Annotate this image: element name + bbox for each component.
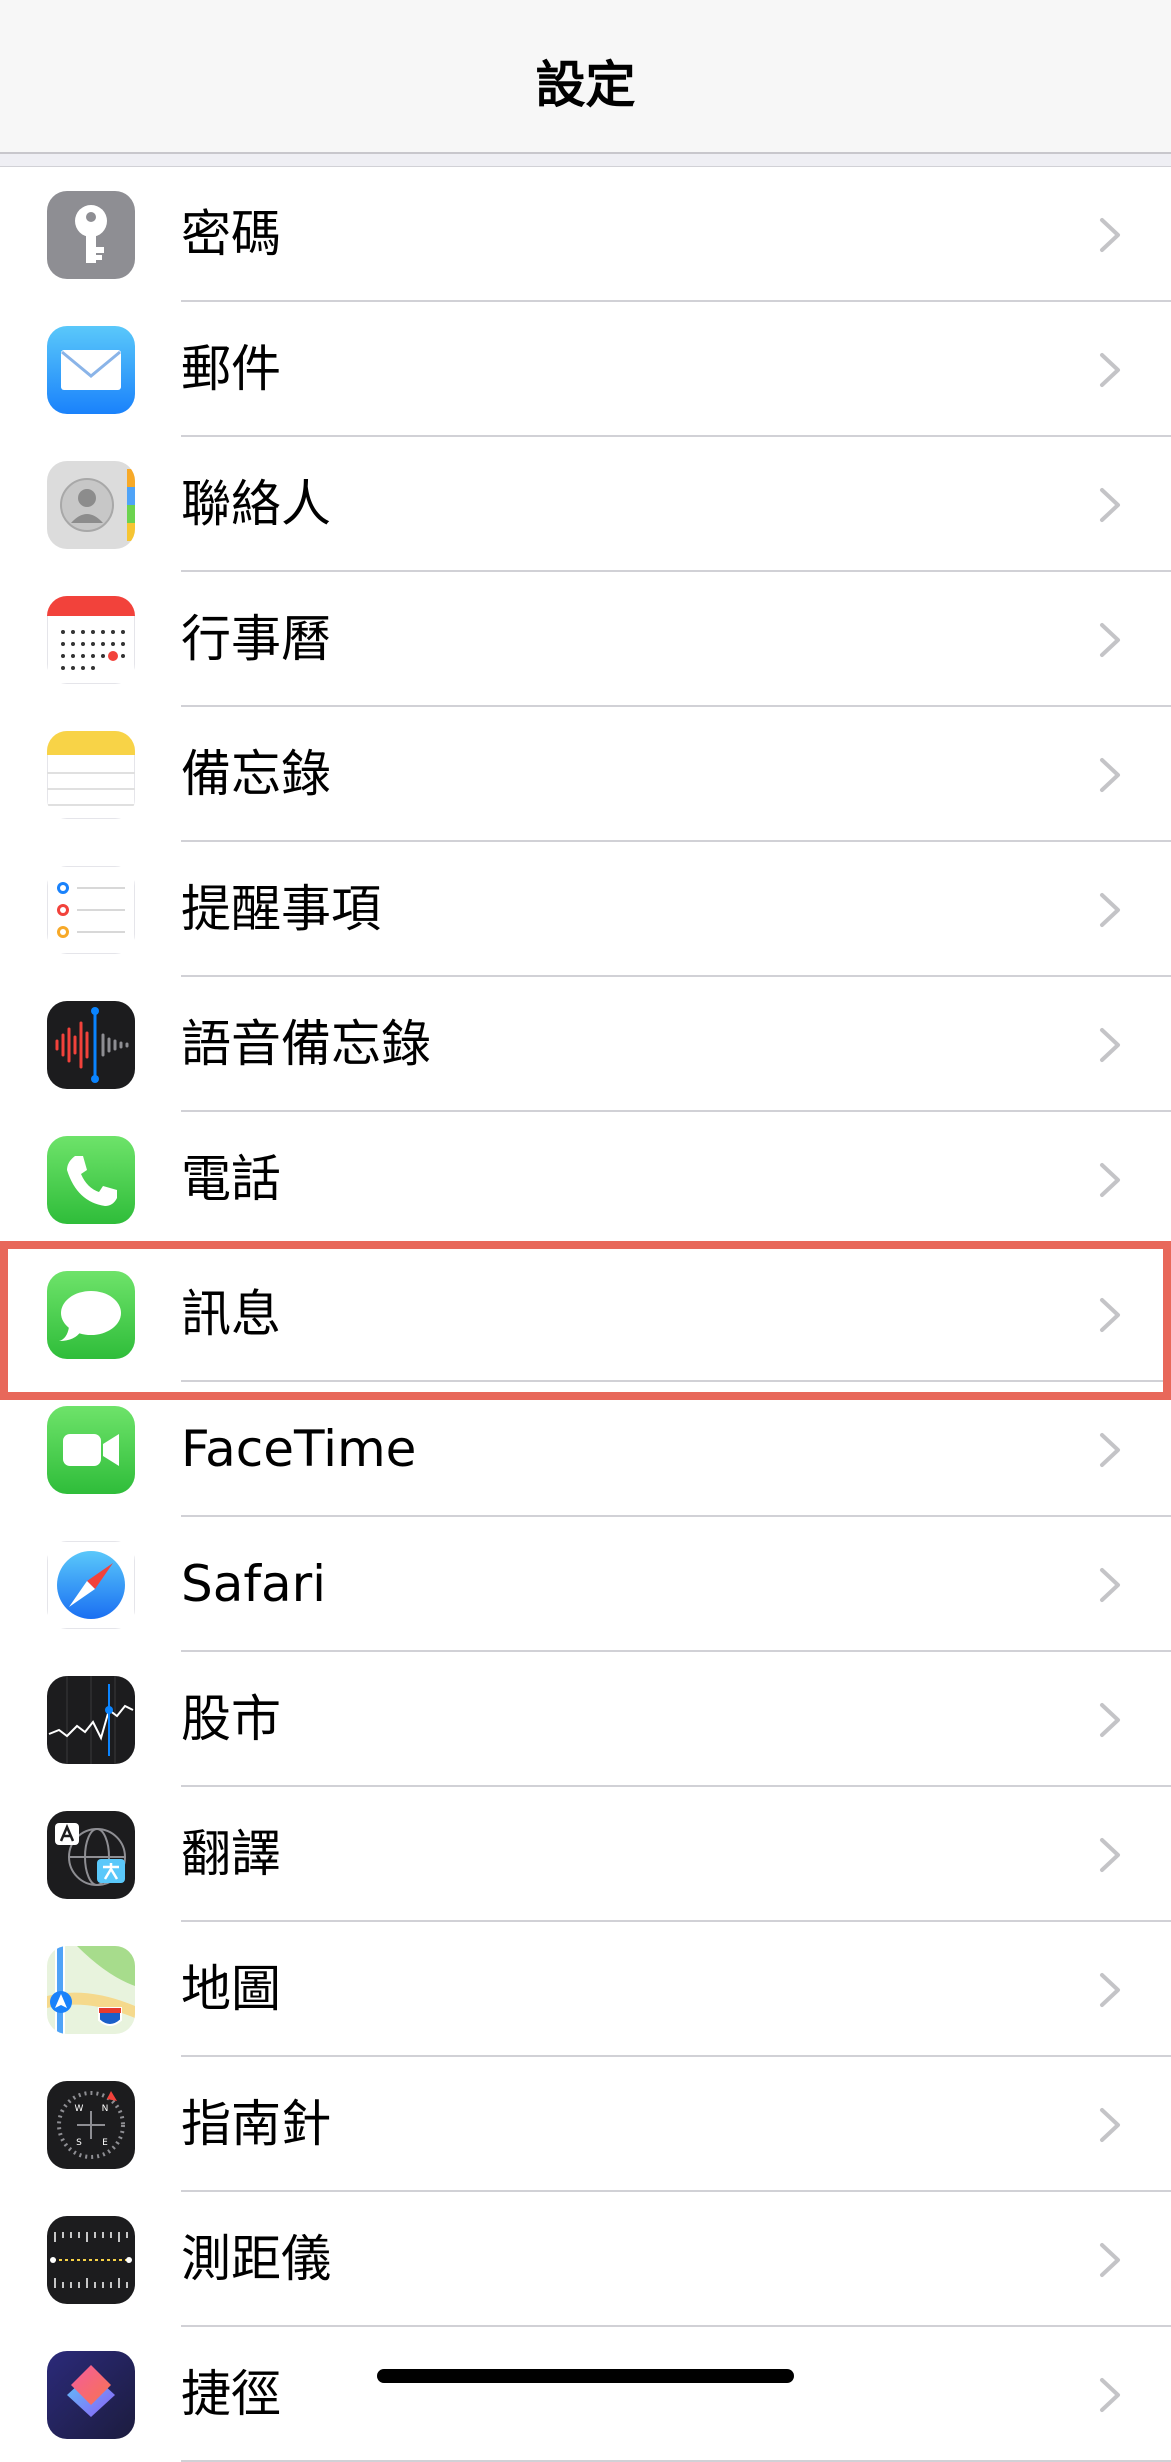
svg-text:N: N <box>102 2104 109 2114</box>
svg-text:S: S <box>76 2138 82 2148</box>
section-gap <box>0 154 1171 167</box>
row-label: 股市 <box>181 1690 281 1748</box>
settings-row-safari[interactable]: Safari <box>0 1517 1171 1652</box>
chevron-right-icon <box>1100 1568 1120 1602</box>
row-label: 聯絡人 <box>181 475 331 533</box>
passwords-key-icon <box>47 191 135 279</box>
contacts-icon <box>47 461 135 549</box>
row-label: FaceTime <box>181 1420 417 1478</box>
settings-row-phone[interactable]: 電話 <box>0 1112 1171 1247</box>
messages-bubble-icon <box>47 1271 135 1359</box>
safari-compass-icon <box>47 1541 135 1629</box>
chevron-right-icon <box>1100 893 1120 927</box>
notes-icon <box>47 731 135 819</box>
settings-row-notes[interactable]: 備忘錄 <box>0 707 1171 842</box>
chevron-right-icon <box>1100 353 1120 387</box>
reminders-icon <box>47 866 135 954</box>
chevron-right-icon <box>1100 623 1120 657</box>
row-label: 語音備忘錄 <box>181 1015 431 1073</box>
mail-envelope-icon <box>47 326 135 414</box>
settings-row-contacts[interactable]: 聯絡人 <box>0 437 1171 572</box>
chevron-right-icon <box>1100 2243 1120 2277</box>
svg-text:W: W <box>75 2104 84 2114</box>
settings-row-passwords[interactable]: 密碼 <box>0 167 1171 302</box>
settings-row-messages[interactable]: 訊息 <box>0 1247 1171 1382</box>
settings-row-translate[interactable]: 翻譯 <box>0 1787 1171 1922</box>
row-label: 密碼 <box>181 205 281 263</box>
row-label: 訊息 <box>181 1285 281 1343</box>
chevron-right-icon <box>1100 1433 1120 1467</box>
chevron-right-icon <box>1100 1703 1120 1737</box>
row-label: 捷徑 <box>181 2365 281 2423</box>
settings-row-measure[interactable]: 測距儀 <box>0 2192 1171 2327</box>
settings-row-compass[interactable]: W N S E 指南針 <box>0 2057 1171 2192</box>
chevron-right-icon <box>1100 758 1120 792</box>
measure-ruler-icon <box>47 2216 135 2304</box>
home-indicator[interactable] <box>377 2369 794 2383</box>
chevron-right-icon <box>1100 1838 1120 1872</box>
row-label: 郵件 <box>181 340 281 398</box>
row-label: 電話 <box>181 1150 281 1208</box>
chevron-right-icon <box>1100 1028 1120 1062</box>
chevron-right-icon <box>1100 2378 1120 2412</box>
chevron-right-icon <box>1100 1973 1120 2007</box>
chevron-right-icon <box>1100 1163 1120 1197</box>
row-label: 地圖 <box>181 1960 281 2018</box>
row-label: 提醒事項 <box>181 880 381 938</box>
facetime-camera-icon <box>47 1406 135 1494</box>
chevron-right-icon <box>1100 488 1120 522</box>
page-title: 設定 <box>535 56 636 114</box>
row-label: 備忘錄 <box>181 745 331 803</box>
row-label: 翻譯 <box>181 1825 281 1883</box>
shortcuts-icon <box>47 2351 135 2439</box>
chevron-right-icon <box>1100 2108 1120 2142</box>
settings-row-mail[interactable]: 郵件 <box>0 302 1171 437</box>
settings-row-shortcuts[interactable]: 捷徑 <box>0 2327 1171 2462</box>
chevron-right-icon <box>1100 218 1120 252</box>
settings-row-facetime[interactable]: FaceTime <box>0 1382 1171 1517</box>
calendar-icon <box>47 596 135 684</box>
settings-list: 密碼 郵件 聯絡人 行事曆 備忘錄 提醒事項 語音備忘錄 電話 訊息 FaceT… <box>0 167 1171 2462</box>
row-label: 行事曆 <box>181 610 331 668</box>
row-label: 測距儀 <box>181 2230 331 2288</box>
row-label: Safari <box>181 1555 327 1613</box>
maps-icon <box>47 1946 135 2034</box>
settings-row-reminders[interactable]: 提醒事項 <box>0 842 1171 977</box>
settings-row-voice-memos[interactable]: 語音備忘錄 <box>0 977 1171 1112</box>
compass-icon: W N S E <box>47 2081 135 2169</box>
svg-text:E: E <box>102 2138 108 2148</box>
settings-row-maps[interactable]: 地圖 <box>0 1922 1171 2057</box>
nav-bar: 設定 <box>0 0 1171 154</box>
voice-memos-waveform-icon <box>47 1001 135 1089</box>
chevron-right-icon <box>1100 1298 1120 1332</box>
translate-icon <box>47 1811 135 1899</box>
settings-row-calendar[interactable]: 行事曆 <box>0 572 1171 707</box>
stocks-chart-icon <box>47 1676 135 1764</box>
settings-row-stocks[interactable]: 股市 <box>0 1652 1171 1787</box>
row-label: 指南針 <box>181 2095 331 2153</box>
phone-handset-icon <box>47 1136 135 1224</box>
